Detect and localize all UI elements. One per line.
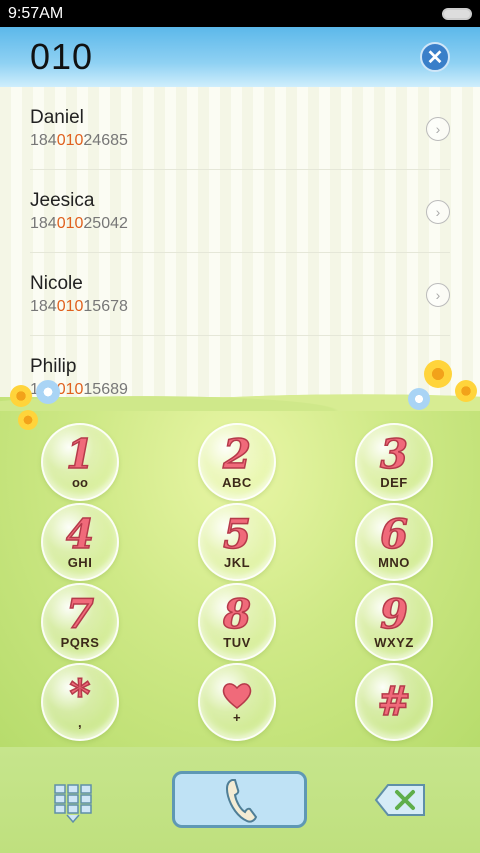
key-9[interactable]: 9 WXYZ xyxy=(355,583,433,661)
backspace-button[interactable] xyxy=(374,782,428,818)
contact-row[interactable]: Nicole 18401015678 › xyxy=(30,253,450,336)
contact-number: 18401025042 xyxy=(30,215,128,232)
call-button[interactable] xyxy=(172,771,307,828)
key-star[interactable]: * , xyxy=(41,663,119,741)
contact-detail-button[interactable]: › xyxy=(426,117,450,141)
contact-name: Philip xyxy=(30,356,77,377)
key-5[interactable]: 5 JKL xyxy=(198,503,276,581)
heart-icon xyxy=(222,682,252,709)
voicemail-icon: oo xyxy=(72,474,88,490)
contact-number: 18401015678 xyxy=(30,298,128,315)
bottom-action-bar xyxy=(0,747,480,853)
key-hash[interactable]: # xyxy=(355,663,433,741)
contact-name: Jeesica xyxy=(30,190,95,211)
status-bar: 9:57AM xyxy=(0,0,480,27)
key-7[interactable]: 7 PQRS xyxy=(41,583,119,661)
contact-detail-button[interactable]: › xyxy=(426,200,450,224)
phone-handset-icon xyxy=(225,778,257,823)
chevron-right-icon: › xyxy=(435,204,441,220)
contact-number: 18401024685 xyxy=(30,132,128,149)
contact-name: Daniel xyxy=(30,107,84,128)
dialpad-toggle-button[interactable] xyxy=(52,782,98,826)
key-1[interactable]: 1 oo xyxy=(41,423,119,501)
close-icon: ✕ xyxy=(426,46,444,69)
dial-keypad: 1 oo 2 ABC 3 DEF 4 GHI 5 JKL 6 MNO 7 PQR… xyxy=(0,423,480,743)
status-time: 9:57AM xyxy=(8,4,64,22)
dialpad-collapse-icon xyxy=(54,784,92,824)
key-6[interactable]: 6 MNO xyxy=(355,503,433,581)
key-3[interactable]: 3 DEF xyxy=(355,423,433,501)
key-8[interactable]: 8 TUV xyxy=(198,583,276,661)
dialed-number: 010 xyxy=(30,36,94,77)
contact-detail-button[interactable]: › xyxy=(426,283,450,307)
chevron-right-icon: › xyxy=(435,121,441,137)
battery-icon xyxy=(442,7,472,20)
clear-number-button[interactable]: ✕ xyxy=(420,42,450,72)
contact-row[interactable]: Daniel 18401024685 › xyxy=(30,87,450,170)
number-match-highlight: 010 xyxy=(56,132,84,149)
key-2[interactable]: 2 ABC xyxy=(198,423,276,501)
backspace-icon xyxy=(374,784,425,816)
dialed-number-bar: 010 ✕ xyxy=(0,27,480,87)
chevron-right-icon: › xyxy=(435,287,441,303)
matching-contacts-list[interactable]: Daniel 18401024685 › Jeesica 18401025042… xyxy=(0,87,480,397)
contact-row[interactable]: Jeesica 18401025042 › xyxy=(30,170,450,253)
key-4[interactable]: 4 GHI xyxy=(41,503,119,581)
key-0[interactable]: + xyxy=(198,663,276,741)
contact-name: Nicole xyxy=(30,273,83,294)
number-match-highlight: 010 xyxy=(56,215,84,232)
number-match-highlight: 010 xyxy=(56,298,84,315)
